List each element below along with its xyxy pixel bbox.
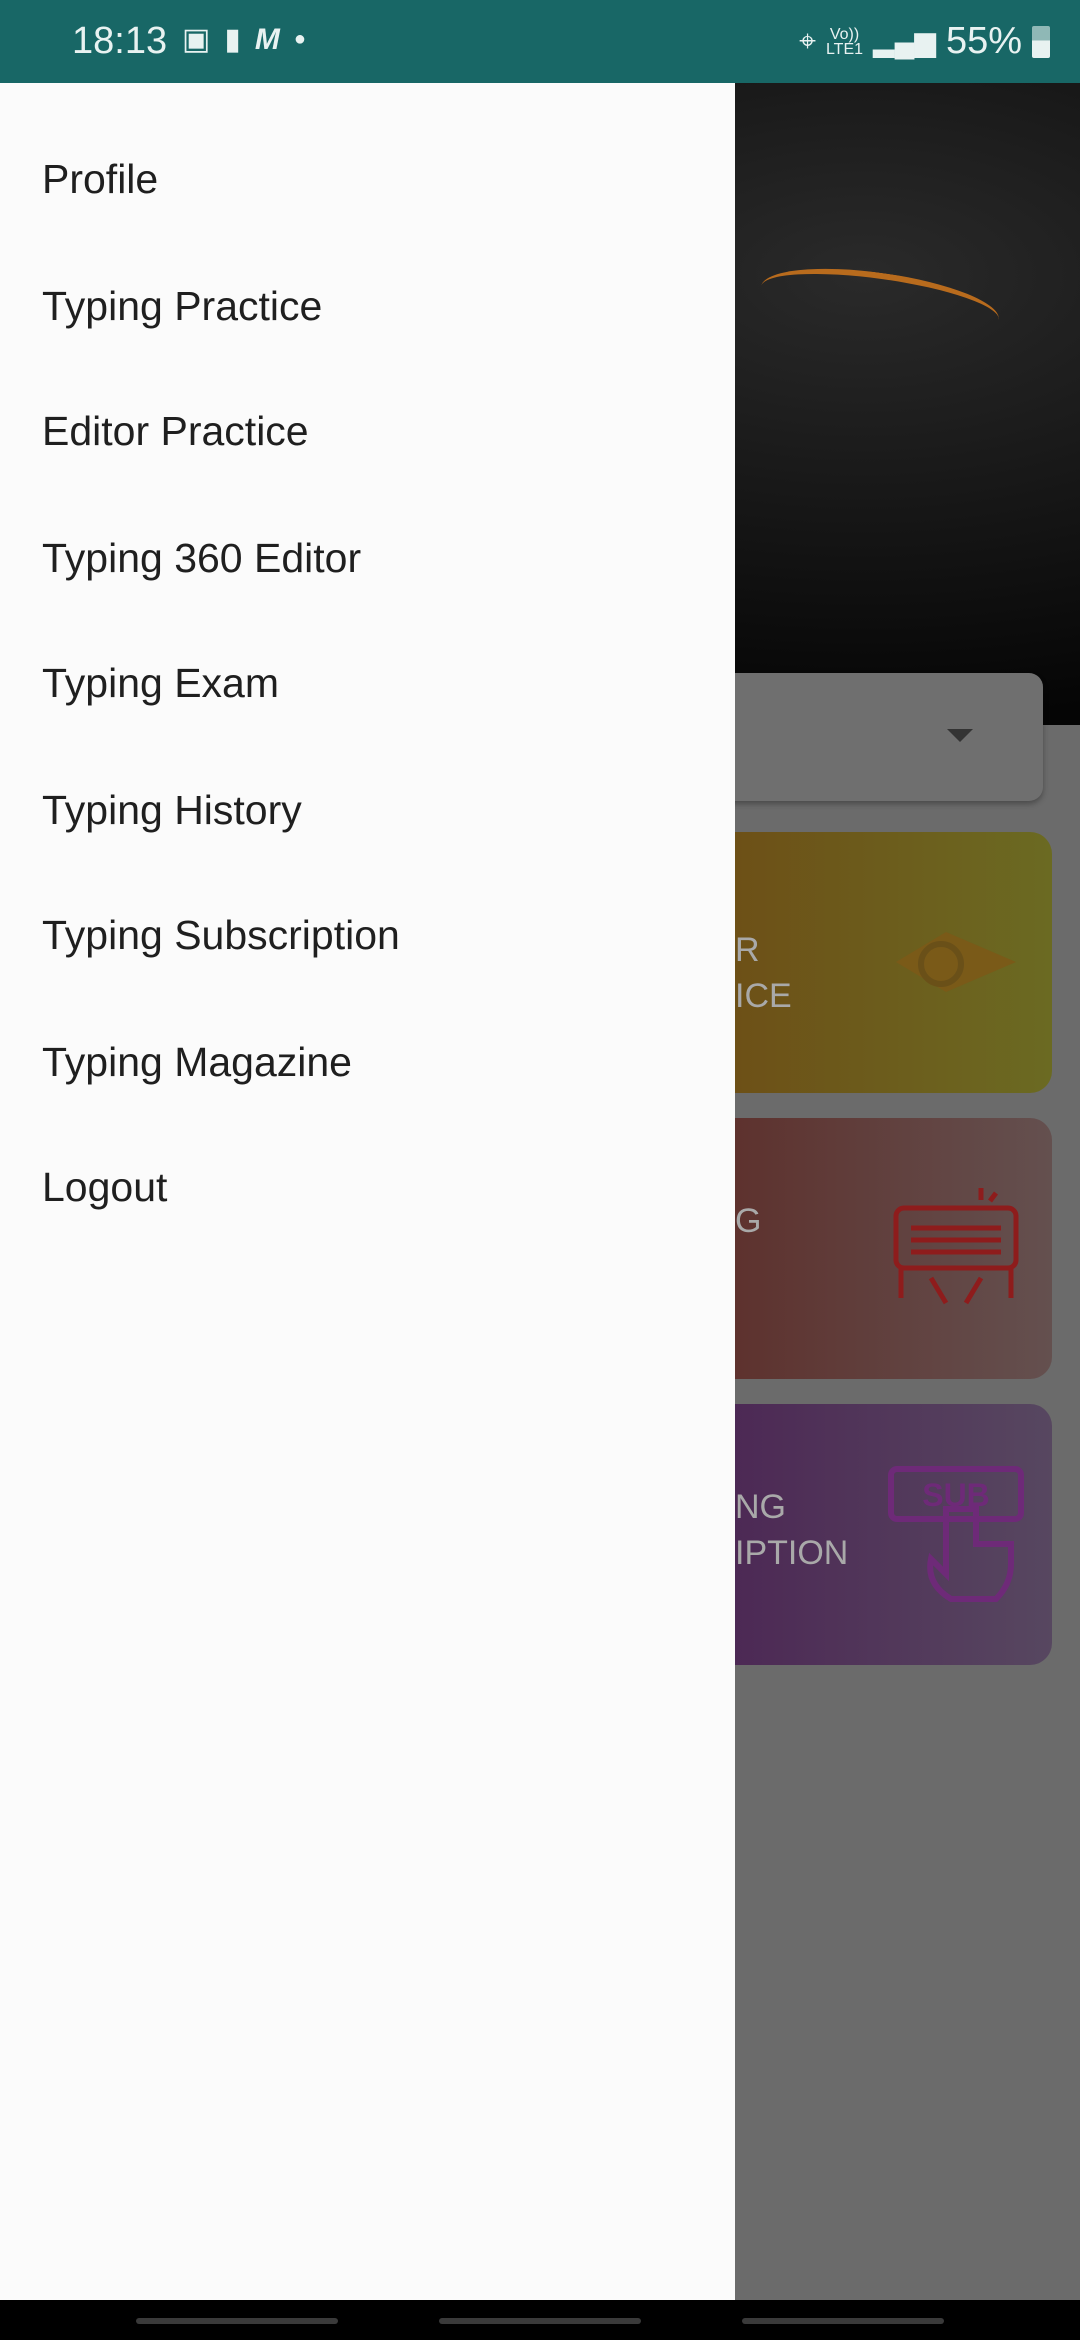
wifi-icon: ⌖ — [799, 24, 816, 58]
card-title-line1: NG — [735, 1488, 786, 1526]
image-icon: ▣ — [182, 23, 211, 56]
drawer-item-typing-magazine[interactable]: Typing Magazine — [42, 1022, 722, 1102]
battery-percent: 55% — [945, 20, 1022, 62]
nav-recents-handle[interactable] — [136, 2318, 338, 2324]
drawer-item-typing-practice[interactable]: Typing Practice — [42, 266, 722, 346]
drawer-item-logout[interactable]: Logout — [42, 1147, 722, 1227]
battery-icon — [1032, 25, 1050, 58]
card-title-line2: ICE — [735, 977, 792, 1015]
m-app-icon: M — [254, 22, 280, 56]
pencil-icon — [896, 932, 1016, 992]
dot-icon: ● — [293, 28, 306, 50]
navigation-drawer: Profile Typing Practice Editor Practice … — [0, 83, 735, 2300]
drawer-item-typing-360-editor[interactable]: Typing 360 Editor — [42, 518, 722, 598]
volte-icon: Vo)) LTE1 — [825, 25, 864, 58]
drawer-item-editor-practice[interactable]: Editor Practice — [42, 391, 722, 471]
drawer-item-typing-subscription[interactable]: Typing Subscription — [42, 895, 722, 975]
subscribe-click-icon: SUB — [888, 1466, 1024, 1602]
drawer-item-typing-history[interactable]: Typing History — [42, 770, 722, 850]
system-navigation-bar — [0, 2300, 1080, 2340]
card-title-line1: R — [735, 931, 760, 969]
status-bar: 18:13 ▣ ▮ M ● ⌖ Vo)) LTE1 ▂▄▆ 55% — [0, 0, 1080, 83]
signal-icon: ▂▄▆ — [873, 26, 936, 57]
volte-label: Vo)) — [829, 25, 860, 43]
caret-down-icon — [947, 729, 973, 742]
nav-back-handle[interactable] — [742, 2318, 944, 2324]
keyboard-typing-icon — [893, 1188, 1019, 1305]
clock: 18:13 — [72, 20, 168, 62]
card-title-line2: IPTION — [735, 1534, 849, 1572]
message-icon: ▮ — [224, 23, 241, 56]
drawer-item-profile[interactable]: Profile — [42, 139, 722, 219]
drawer-item-typing-exam[interactable]: Typing Exam — [42, 643, 722, 723]
card-title-line1: G — [735, 1202, 762, 1240]
lte-label: LTE1 — [825, 40, 864, 58]
nav-home-handle[interactable] — [439, 2318, 641, 2324]
